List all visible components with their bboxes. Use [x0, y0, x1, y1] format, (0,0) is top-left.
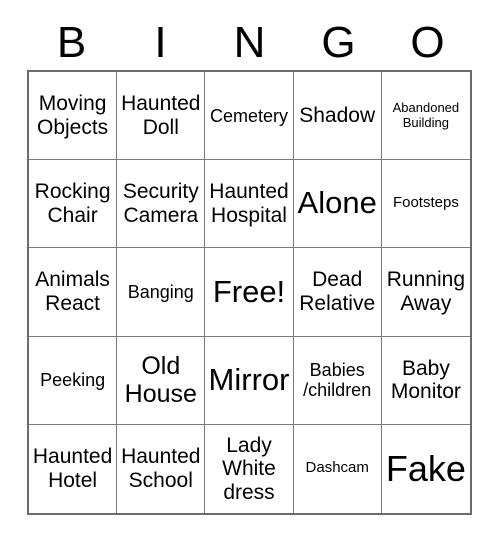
header-letter-n: N	[233, 18, 266, 67]
bingo-cell-r1c3[interactable]: Cemetery	[205, 72, 294, 161]
bingo-cell-label: Dead Relative	[299, 268, 376, 315]
bingo-cell-r1c1[interactable]: Moving Objects	[29, 72, 118, 161]
bingo-cell-r2c3[interactable]: Haunted Hospital	[205, 160, 294, 249]
bingo-cell-r1c4[interactable]: Shadow	[293, 72, 382, 161]
bingo-cell-label: Mirror	[208, 361, 290, 397]
bingo-cell-label: Lady White dress	[222, 433, 276, 504]
bingo-cell-label: Running Away	[386, 268, 465, 315]
bingo-cell-label: Cemetery	[209, 105, 288, 126]
bingo-cell-label: Peeking	[40, 370, 106, 391]
bingo-cell-label: Moving Objects	[36, 92, 109, 139]
bingo-cell-r1c2[interactable]: Haunted Doll	[117, 72, 206, 161]
bingo-cell-label: Haunted Hotel	[32, 445, 113, 492]
header-letter-o: O	[410, 18, 445, 67]
bingo-cell-r4c4[interactable]: Babies /children	[293, 336, 382, 425]
bingo-cell-label: Alone	[297, 185, 377, 221]
bingo-cell-label: Abandoned Building	[392, 100, 460, 130]
bingo-cell-label: Haunted Doll	[121, 92, 201, 139]
bingo-cell-r2c4[interactable]: Alone	[293, 160, 382, 249]
bingo-cell-label: Baby Monitor	[390, 356, 461, 404]
bingo-cell-r2c5[interactable]: Footsteps	[381, 160, 470, 249]
header-letter-b: B	[56, 18, 87, 67]
bingo-cell-r3c3[interactable]: Free!	[205, 248, 294, 337]
bingo-grid: Moving Objects Haunted Doll Cemetery Shadow…	[27, 70, 472, 515]
bingo-cell-label: Haunted School	[121, 445, 201, 492]
bingo-header: B I N G O	[27, 16, 472, 70]
header-letter-g: G	[321, 18, 356, 67]
bingo-cell-label: Free!	[212, 273, 286, 309]
bingo-cell-r5c2[interactable]: Haunted School	[117, 424, 206, 513]
bingo-cell-r2c2[interactable]: Security Camera	[117, 160, 206, 249]
bingo-cell-label: Dashcam	[305, 459, 369, 477]
bingo-cell-r5c3[interactable]: Lady White dress	[205, 424, 294, 513]
bingo-cell-r5c4[interactable]: Dashcam	[293, 424, 382, 513]
bingo-cell-label: Footsteps	[392, 194, 459, 212]
bingo-cell-label: Security Camera	[122, 180, 199, 227]
bingo-cell-r4c3[interactable]: Mirror	[205, 336, 294, 425]
bingo-cell-r3c4[interactable]: Dead Relative	[293, 248, 382, 337]
bingo-card: B I N G O Moving Objects Haunted Doll Ceme…	[0, 0, 500, 544]
bingo-cell-r3c5[interactable]: Running Away	[381, 248, 470, 337]
bingo-cell-r4c1[interactable]: Peeking	[29, 336, 118, 425]
bingo-cell-r4c5[interactable]: Baby Monitor	[381, 336, 470, 425]
bingo-cell-r5c1[interactable]: Haunted Hotel	[29, 424, 118, 513]
bingo-cell-r4c2[interactable]: Old House	[117, 336, 206, 425]
bingo-cell-label: Old House	[124, 352, 197, 409]
bingo-cell-r1c5[interactable]: Abandoned Building	[381, 72, 470, 161]
bingo-cell-r2c1[interactable]: Rocking Chair	[29, 160, 118, 249]
bingo-cell-label: Fake	[385, 447, 466, 489]
bingo-cell-r3c2[interactable]: Banging	[117, 248, 206, 337]
bingo-cell-r3c1[interactable]: Animals React	[29, 248, 118, 337]
header-letter-i: I	[154, 18, 167, 67]
bingo-cell-label: Babies /children	[303, 360, 372, 401]
bingo-cell-label: Animals React	[35, 268, 110, 315]
bingo-cell-label: Banging	[127, 281, 194, 302]
bingo-cell-label: Shadow	[299, 103, 376, 127]
bingo-cell-label: Haunted Hospital	[209, 180, 289, 227]
bingo-cell-label: Rocking Chair	[34, 180, 111, 227]
bingo-cell-r5c5[interactable]: Fake	[381, 424, 470, 513]
